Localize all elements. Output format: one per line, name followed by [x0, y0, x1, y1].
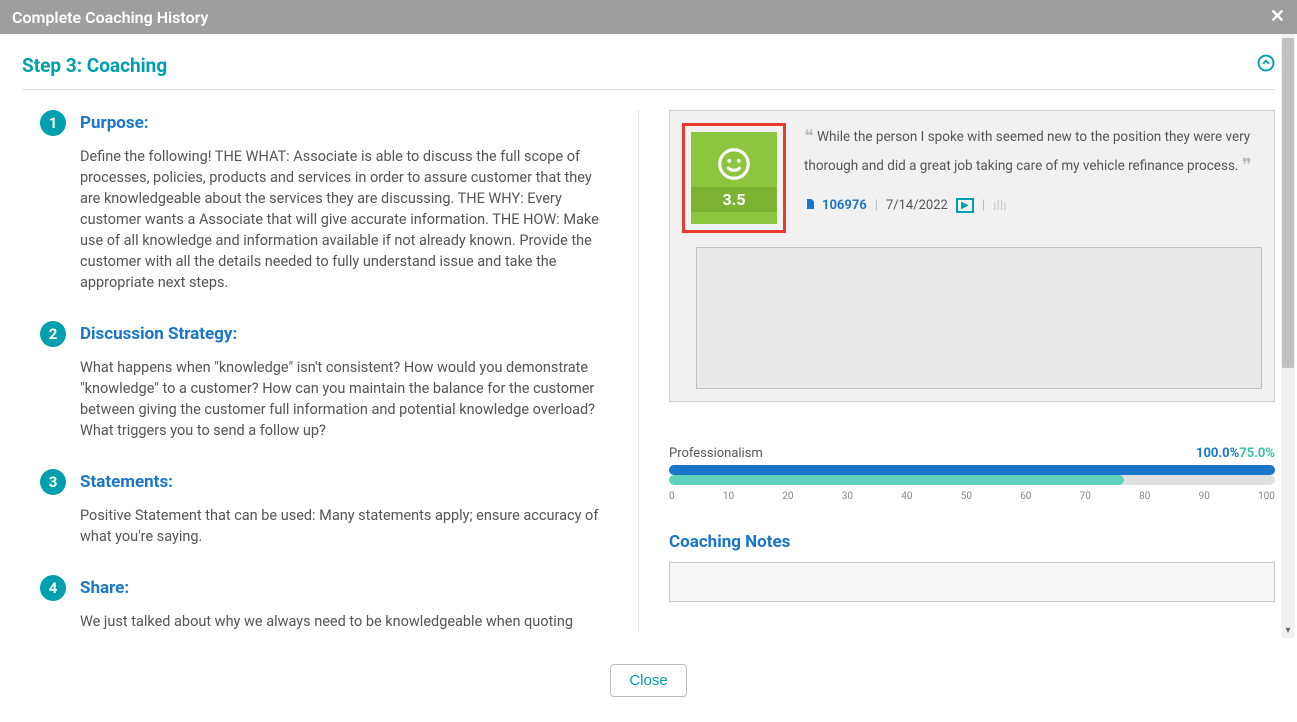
close-icon[interactable]: ✕	[1270, 8, 1285, 26]
coaching-notes-box[interactable]	[669, 562, 1275, 602]
tick-label: 80	[1139, 491, 1150, 502]
score-highlight-frame: 3.5	[682, 123, 786, 233]
section-title: Purpose:	[80, 113, 149, 133]
section-statements: 3 Statements: Positive Statement that ca…	[40, 469, 614, 547]
metric-ticks: 0 10 20 30 40 50 60 70 80 90 100	[669, 491, 1275, 502]
metric-professionalism: Professionalism 100.0%75.0% 0	[669, 446, 1275, 502]
quote-block: ❝ While the person I spoke with seemed n…	[804, 123, 1262, 181]
tick-label: 40	[901, 491, 912, 502]
modal-root: Complete Coaching History ✕ Step 3: Coac…	[0, 0, 1297, 722]
quote-open-icon: ❝	[804, 126, 814, 147]
metric-bar-primary	[669, 465, 1275, 475]
step-header-row: Step 3: Coaching	[22, 54, 1275, 90]
tick-label: 60	[1020, 491, 1031, 502]
section-number-badge: 3	[40, 469, 66, 495]
smile-icon	[715, 145, 753, 187]
metric-label: Professionalism	[669, 446, 763, 461]
score-box: 3.5	[691, 132, 777, 224]
section-title: Share:	[80, 578, 129, 598]
quote-and-meta: ❝ While the person I spoke with seemed n…	[804, 123, 1262, 233]
metric-bar-primary-fill	[669, 465, 1275, 475]
record-date: 7/14/2022	[886, 198, 948, 213]
tick-label: 50	[961, 491, 972, 502]
left-column: 1 Purpose: Define the following! THE WHA…	[22, 110, 639, 632]
modal-title: Complete Coaching History	[12, 8, 208, 27]
section-head: 4 Share:	[40, 575, 614, 601]
modal-header: Complete Coaching History ✕	[0, 0, 1297, 34]
modal-footer: Close	[0, 638, 1297, 722]
section-title: Discussion Strategy:	[80, 324, 237, 344]
vertical-scrollbar[interactable]: ▾	[1281, 34, 1295, 638]
section-head: 1 Purpose:	[40, 110, 614, 136]
metric-bar-secondary-fill	[669, 475, 1124, 485]
tick-label: 0	[669, 491, 675, 502]
section-head: 2 Discussion Strategy:	[40, 321, 614, 347]
record-id-link[interactable]: 106976	[804, 197, 867, 215]
metric-bar-secondary	[669, 475, 1275, 485]
section-number-badge: 1	[40, 110, 66, 136]
section-number-badge: 4	[40, 575, 66, 601]
section-body: Define the following! THE WHAT: Associat…	[80, 146, 614, 293]
separator: |	[982, 198, 985, 213]
tick-label: 100	[1258, 491, 1275, 502]
right-column: 3.5 ❝ While the person I spoke with seem…	[639, 110, 1275, 632]
section-body: Positive Statement that can be used: Man…	[80, 505, 614, 547]
columns: 1 Purpose: Define the following! THE WHA…	[22, 110, 1275, 632]
record-detail-placeholder	[696, 247, 1262, 389]
scroll-down-arrow-icon[interactable]: ▾	[1281, 625, 1295, 636]
section-title: Statements:	[80, 472, 173, 492]
metric-value-primary: 100.0%	[1196, 446, 1239, 461]
modal-body: Step 3: Coaching 1 Purpose: Define the f…	[0, 34, 1297, 638]
tick-label: 70	[1080, 491, 1091, 502]
separator: |	[875, 198, 878, 213]
score-value: 3.5	[691, 187, 777, 212]
section-body: We just talked about why we always need …	[80, 611, 614, 632]
close-button[interactable]: Close	[610, 664, 686, 697]
play-icon[interactable]: ▶	[956, 198, 974, 213]
section-body: What happens when "knowledge" isn't cons…	[80, 357, 614, 441]
audio-waveform-icon: ıllı	[993, 198, 1007, 214]
section-discussion-strategy: 2 Discussion Strategy: What happens when…	[40, 321, 614, 441]
metric-values: 100.0%75.0%	[1196, 446, 1275, 461]
scrollbar-thumb[interactable]	[1282, 38, 1294, 368]
tick-label: 30	[842, 491, 853, 502]
document-icon	[804, 197, 816, 215]
scroll-area: Step 3: Coaching 1 Purpose: Define the f…	[0, 34, 1297, 632]
collapse-up-icon[interactable]	[1257, 54, 1275, 77]
step-title: Step 3: Coaching	[22, 54, 167, 77]
record-card-top: 3.5 ❝ While the person I spoke with seem…	[682, 123, 1262, 233]
section-head: 3 Statements:	[40, 469, 614, 495]
section-share: 4 Share: We just talked about why we alw…	[40, 575, 614, 632]
quote-text: While the person I spoke with seemed new…	[804, 129, 1250, 174]
record-card: 3.5 ❝ While the person I spoke with seem…	[669, 110, 1275, 402]
tick-label: 10	[723, 491, 734, 502]
metric-header: Professionalism 100.0%75.0%	[669, 446, 1275, 461]
record-id-text: 106976	[822, 198, 867, 213]
record-meta-row: 106976 | 7/14/2022 ▶ | ıllı	[804, 197, 1262, 215]
section-number-badge: 2	[40, 321, 66, 347]
tick-label: 90	[1199, 491, 1210, 502]
coaching-notes-title: Coaching Notes	[669, 532, 1275, 552]
section-purpose: 1 Purpose: Define the following! THE WHA…	[40, 110, 614, 293]
tick-label: 20	[782, 491, 793, 502]
metric-value-secondary: 75.0%	[1239, 446, 1275, 461]
quote-close-icon: ❞	[1242, 155, 1252, 176]
